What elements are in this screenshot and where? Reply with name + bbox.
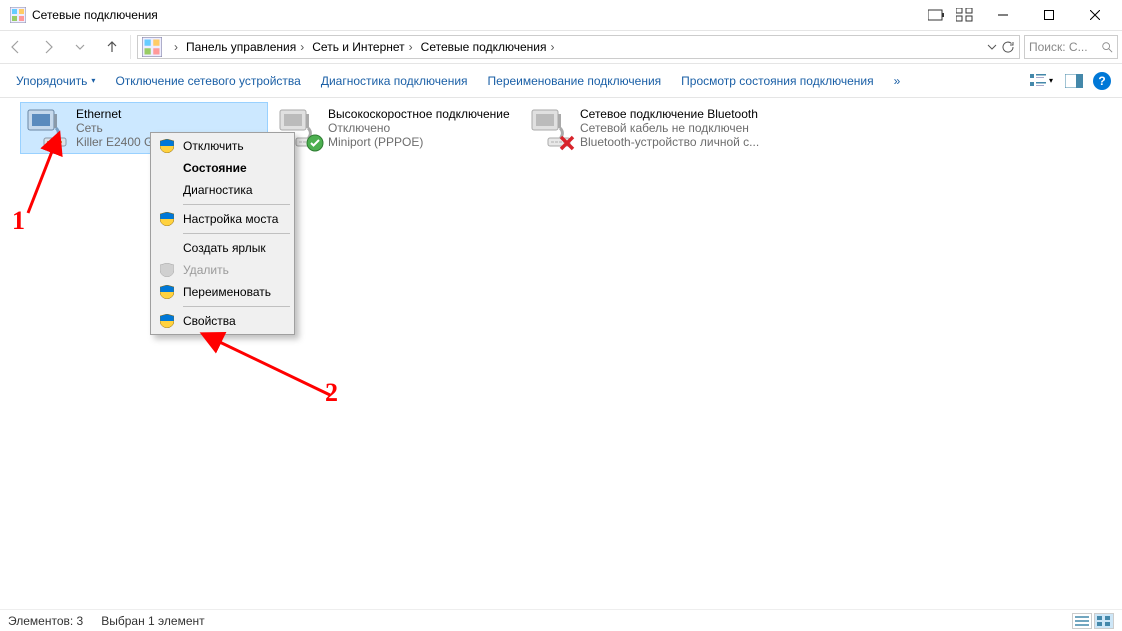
view-large-icons-button[interactable]: [1094, 613, 1114, 629]
breadcrumb-network-internet[interactable]: Сеть и Интернет›: [308, 40, 416, 54]
ctx-separator: [183, 233, 290, 234]
address-icon: [142, 37, 162, 57]
status-ok-icon: [306, 134, 324, 152]
navbar: › Панель управления› Сеть и Интернет› Се…: [0, 30, 1122, 64]
nav-forward-button[interactable]: [32, 31, 64, 63]
window: Сетевые подключения › Панель управления›: [0, 0, 1122, 631]
cmd-disable-device[interactable]: Отключение сетевого устройства: [107, 70, 308, 92]
preview-pane-icon: [1065, 74, 1083, 88]
view-tiles-icon: [1030, 73, 1046, 89]
address-dropdown-icon[interactable]: [987, 42, 997, 52]
connection-name: Сетевое подключение Bluetooth: [580, 107, 759, 121]
connection-device: Bluetooth-устройство личной с...: [580, 135, 759, 149]
cmd-view-status[interactable]: Просмотр состояния подключения: [673, 70, 881, 92]
connection-icon: [24, 104, 70, 150]
connection-status: Сетевой кабель не подключен: [580, 121, 759, 135]
breadcrumb-root-chev[interactable]: ›: [166, 40, 182, 54]
annotation-number-1: 1: [12, 206, 25, 236]
context-menu: Отключить Состояние Диагностика Настройк…: [150, 132, 295, 335]
shield-icon: [157, 284, 177, 300]
search-placeholder: Поиск: С...: [1029, 40, 1088, 54]
ctx-diagnose[interactable]: Диагностика: [153, 179, 292, 201]
tray-battery-icon: [928, 9, 946, 21]
titlebar-extra-icons: [928, 8, 974, 22]
connection-item-broadband[interactable]: Высокоскоростное подключение Отключено M…: [272, 102, 520, 154]
status-selection: Выбран 1 элемент: [101, 614, 204, 628]
command-bar: Упорядочить▾ Отключение сетевого устройс…: [0, 64, 1122, 98]
close-button[interactable]: [1072, 0, 1118, 30]
view-details-button[interactable]: [1072, 613, 1092, 629]
content-area[interactable]: Ethernet Сеть Killer E2400 Gi... Высокос…: [0, 98, 1122, 609]
view-mode-button[interactable]: ▾: [1028, 71, 1058, 91]
nav-up-button[interactable]: [96, 31, 128, 63]
titlebar: Сетевые подключения: [0, 0, 1122, 30]
cmd-organize[interactable]: Упорядочить▾: [8, 70, 103, 92]
connection-name: Ethernet: [76, 107, 166, 121]
refresh-icon[interactable]: [1001, 40, 1015, 54]
tray-grid-icon: [956, 8, 974, 22]
shield-icon: [157, 262, 177, 278]
ctx-bridge[interactable]: Настройка моста: [153, 208, 292, 230]
ctx-rename[interactable]: Переименовать: [153, 281, 292, 303]
cmd-rename[interactable]: Переименование подключения: [480, 70, 670, 92]
search-icon: [1101, 41, 1113, 53]
ctx-properties[interactable]: Свойства: [153, 310, 292, 332]
ctx-disable[interactable]: Отключить: [153, 135, 292, 157]
ctx-shortcut[interactable]: Создать ярлык: [153, 237, 292, 259]
nav-back-button[interactable]: [0, 31, 32, 63]
nav-recent-button[interactable]: [64, 31, 96, 63]
breadcrumb-network-connections[interactable]: Сетевые подключения›: [417, 40, 559, 54]
breadcrumb-control-panel[interactable]: Панель управления›: [182, 40, 308, 54]
shield-icon: [157, 211, 177, 227]
minimize-button[interactable]: [980, 0, 1026, 30]
status-bar: Элементов: 3 Выбран 1 элемент: [0, 609, 1122, 631]
cmd-more[interactable]: »: [886, 70, 909, 92]
window-title: Сетевые подключения: [32, 8, 158, 22]
connection-status: Отключено: [328, 121, 510, 135]
help-button[interactable]: ?: [1090, 69, 1114, 93]
maximize-button[interactable]: [1026, 0, 1072, 30]
connection-icon: [528, 104, 574, 150]
annotation-arrow-2: [195, 330, 335, 400]
help-icon: ?: [1093, 72, 1111, 90]
cmd-diagnose[interactable]: Диагностика подключения: [313, 70, 476, 92]
shield-icon: [157, 313, 177, 329]
connection-device: Miniport (PPPOE): [328, 135, 510, 149]
annotation-number-2: 2: [325, 378, 338, 408]
ctx-status[interactable]: Состояние: [153, 157, 292, 179]
connection-item-bluetooth[interactable]: Сетевое подключение Bluetooth Сетевой ка…: [524, 102, 772, 154]
connection-name: Высокоскоростное подключение: [328, 107, 510, 121]
ctx-delete: Удалить: [153, 259, 292, 281]
search-input[interactable]: Поиск: С...: [1024, 35, 1118, 59]
address-bar[interactable]: › Панель управления› Сеть и Интернет› Се…: [137, 35, 1020, 59]
preview-pane-button[interactable]: [1062, 69, 1086, 93]
shield-icon: [157, 138, 177, 154]
ctx-separator: [183, 204, 290, 205]
ctx-separator: [183, 306, 290, 307]
app-icon: [10, 7, 26, 23]
status-error-icon: [558, 134, 576, 152]
status-count: Элементов: 3: [8, 614, 83, 628]
